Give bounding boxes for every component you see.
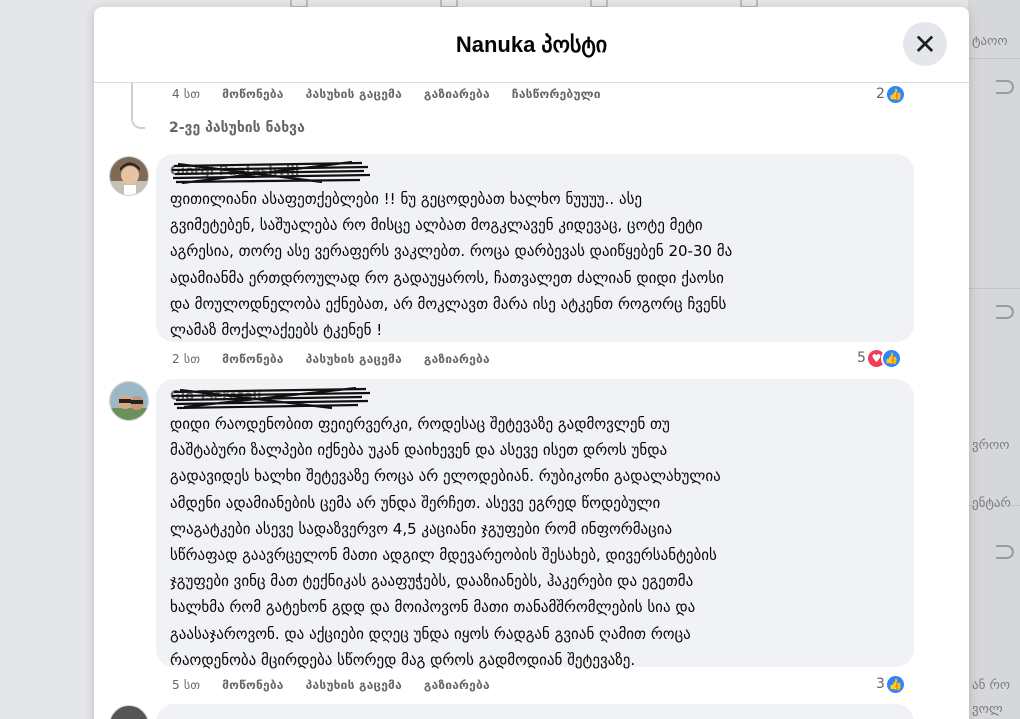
background-text: ვოლ xyxy=(972,702,1003,717)
comment-actions: 2 სთ მოწონება პასუხის გაცემა გაზიარება xyxy=(172,349,512,369)
redaction-scribble xyxy=(172,386,371,410)
like-button[interactable]: მოწონება xyxy=(222,87,284,101)
reaction-summary[interactable]: 3 👍 xyxy=(876,673,906,695)
edited-label: ჩასწორებული xyxy=(511,87,601,101)
close-button[interactable]: ✕ xyxy=(903,22,947,66)
comment-bubble: Giorgi Paatashvili ფითილიანი ასაფეთქებლე… xyxy=(156,154,914,342)
avatar[interactable] xyxy=(109,156,149,196)
comment-text: ფითილიანი ასაფეთქებლები !! ნუ გეცოდებათ … xyxy=(170,190,733,340)
close-icon: ✕ xyxy=(913,27,937,61)
share-icon xyxy=(996,305,1014,319)
share-button[interactable]: გაზიარება xyxy=(424,678,490,692)
reply-thread-line xyxy=(131,83,145,129)
reaction-count: 2 xyxy=(876,86,885,102)
divider xyxy=(968,288,1020,289)
comment-author[interactable]: Giorgi Paatashvili xyxy=(170,160,900,186)
view-replies-link[interactable]: 2-ვე პასუხის ნახვა xyxy=(169,120,305,136)
comment-text: დიდი რაოდენობით ფეიერვერკი, როდესაც შეტე… xyxy=(170,415,721,669)
comment-actions: 5 სთ მოწონება პასუხის გაცემა გაზიარება xyxy=(172,675,512,695)
like-button[interactable]: მოწონება xyxy=(222,352,284,366)
divider xyxy=(968,58,1020,59)
comment-bubble xyxy=(156,704,914,719)
avatar[interactable] xyxy=(109,705,149,719)
reply-button[interactable]: პასუხის გაცემა xyxy=(306,352,402,366)
background-right-column xyxy=(968,0,1020,719)
reaction-count: 3 xyxy=(876,676,885,692)
background-text: ენტარ xyxy=(972,496,1011,511)
share-icon xyxy=(996,545,1014,559)
reply-actions: 4 სთ მოწონება პასუხის გაცემა გაზიარება ჩ… xyxy=(172,84,623,104)
like-reaction-icon: 👍 xyxy=(880,347,902,369)
post-modal: Nanuka პოსტი ✕ 4 სთ მოწონება პასუხის გაც… xyxy=(94,7,969,719)
background-text: ტაოო xyxy=(972,34,1008,49)
timestamp[interactable]: 5 სთ xyxy=(172,678,200,692)
share-button[interactable]: გაზიარება xyxy=(424,352,490,366)
reply-button[interactable]: პასუხის გაცემა xyxy=(306,678,402,692)
modal-title: Nanuka პოსტი xyxy=(455,31,608,57)
comment-bubble: Gio Tsereteli დიდი რაოდენობით ფეიერვერკი… xyxy=(156,379,914,669)
share-button[interactable]: გაზიარება xyxy=(424,87,490,101)
reaction-summary[interactable]: 2 👍 xyxy=(876,83,906,105)
background-text: ან რო xyxy=(972,678,1011,693)
comment-author[interactable]: Gio Tsereteli xyxy=(170,385,900,411)
like-button[interactable]: მოწონება xyxy=(222,678,284,692)
reply-button[interactable]: პასუხის გაცემა xyxy=(306,87,402,101)
reaction-count: 5 xyxy=(857,350,866,366)
share-icon xyxy=(996,80,1014,94)
reaction-summary[interactable]: 5 ♥ 👍 xyxy=(857,347,902,369)
timestamp[interactable]: 2 სთ xyxy=(172,352,200,366)
avatar[interactable] xyxy=(109,381,149,421)
redaction-scribble xyxy=(172,160,371,185)
background-text: ვროო xyxy=(972,438,1010,453)
like-reaction-icon: 👍 xyxy=(884,83,906,105)
timestamp[interactable]: 4 სთ xyxy=(172,87,200,101)
like-reaction-icon: 👍 xyxy=(884,673,906,695)
modal-header: Nanuka პოსტი ✕ xyxy=(94,7,969,83)
